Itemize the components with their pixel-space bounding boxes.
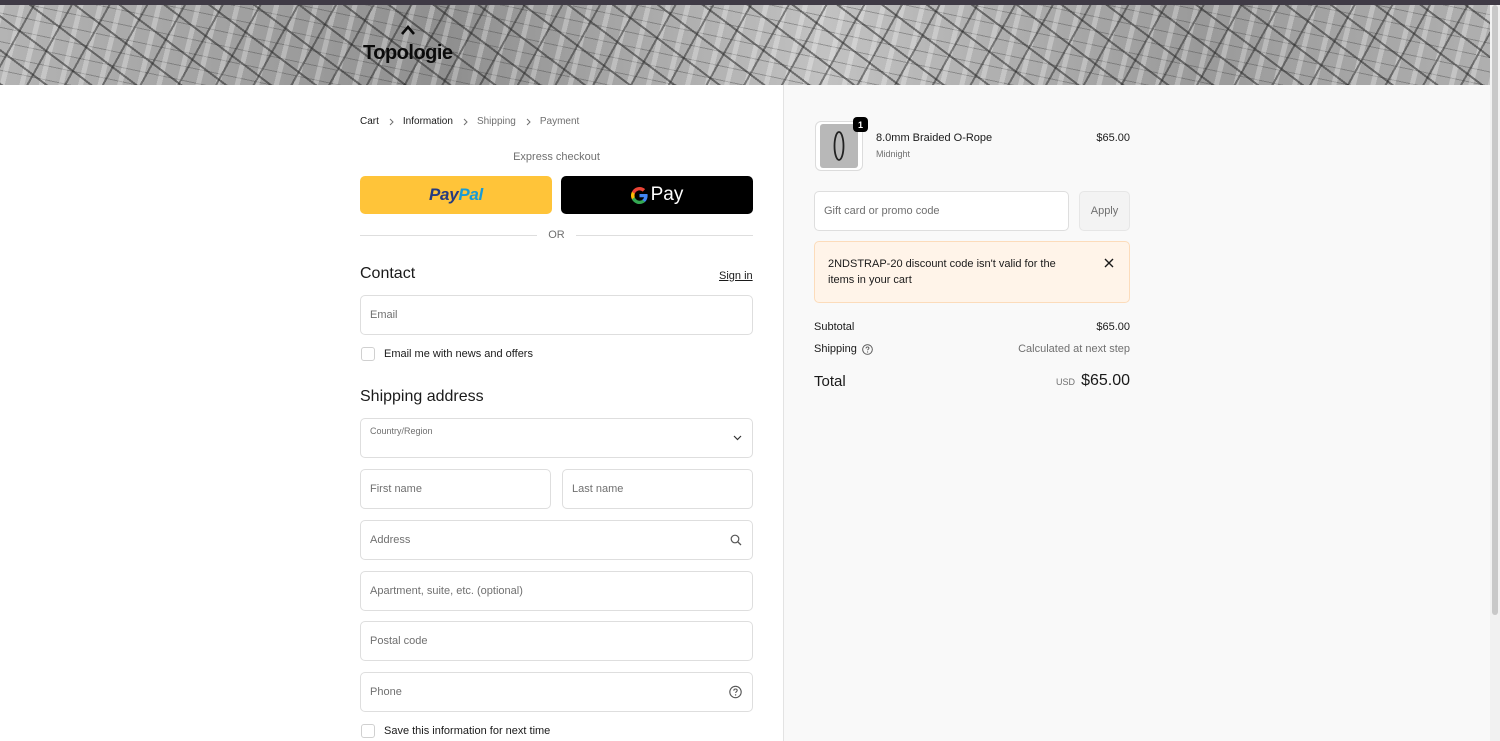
country-region-label: Country/Region (370, 426, 433, 436)
question-circle-icon[interactable] (862, 343, 873, 355)
breadcrumb-information: Information (402, 116, 453, 127)
express-checkout-title: Express checkout (513, 151, 600, 163)
google-pay-button[interactable]: Pay (561, 176, 753, 214)
product-variant: Midnight (876, 149, 911, 159)
shipping-label: Shipping (814, 343, 857, 355)
phone-field[interactable]: Phone (360, 672, 753, 712)
total-amount: $65.00 (1081, 372, 1130, 389)
paypal-button[interactable]: PayPal (360, 176, 552, 214)
breadcrumb: Cart Information Shipping Payment (360, 116, 579, 127)
sign-in-link[interactable]: Sign in (719, 270, 753, 282)
save-info-checkbox[interactable] (361, 724, 375, 738)
subtotal-value: $65.00 (1096, 321, 1130, 333)
newsletter-label: Email me with news and offers (384, 348, 533, 360)
or-label: OR (548, 229, 565, 241)
order-summary-panel (783, 85, 1490, 741)
shipping-value: Calculated at next step (1018, 343, 1130, 355)
newsletter-checkbox-row[interactable]: Email me with news and offers (360, 347, 533, 361)
apartment-placeholder: Apartment, suite, etc. (optional) (370, 585, 523, 597)
address-placeholder: Address (370, 534, 411, 546)
product-name: 8.0mm Braided O-Rope (876, 132, 993, 144)
question-circle-icon[interactable] (729, 685, 742, 699)
shipping-address-title: Shipping address (360, 388, 484, 405)
email-field[interactable]: Email (360, 295, 753, 335)
country-region-select[interactable]: Country/Region (360, 418, 753, 458)
postal-code-field[interactable]: Postal code (360, 621, 753, 661)
caret-up-icon (401, 25, 415, 35)
newsletter-checkbox[interactable] (361, 347, 375, 361)
discount-error-alert: 2NDSTRAP-20 discount code isn't valid fo… (814, 241, 1130, 303)
last-name-placeholder: Last name (572, 483, 624, 495)
last-name-field[interactable]: Last name (562, 469, 753, 509)
chevron-down-icon (733, 435, 742, 441)
scrollbar-thumb[interactable] (1492, 5, 1498, 615)
discount-error-message: 2NDSTRAP-20 discount code isn't valid fo… (828, 258, 1056, 286)
promo-code-field[interactable]: Gift card or promo code (814, 191, 1069, 231)
google-g-icon (630, 186, 648, 204)
save-info-label: Save this information for next time (384, 725, 551, 737)
page-header-banner: Topologie (0, 5, 1500, 85)
page-scrollbar[interactable] (1490, 5, 1500, 741)
postal-code-placeholder: Postal code (370, 635, 428, 647)
brand-logo[interactable]: Topologie (363, 25, 463, 70)
first-name-field[interactable]: First name (360, 469, 551, 509)
rope-strap-icon (833, 131, 845, 161)
first-name-placeholder: First name (370, 483, 422, 495)
shipping-label-row: Shipping (814, 343, 873, 355)
apply-button[interactable]: Apply (1079, 191, 1130, 231)
save-info-checkbox-row[interactable]: Save this information for next time (360, 724, 550, 738)
quantity-badge: 1 (853, 117, 868, 132)
chevron-right-icon (526, 118, 531, 125)
chevron-right-icon (463, 118, 468, 125)
search-icon (730, 534, 742, 546)
phone-placeholder: Phone (370, 686, 402, 698)
total-value-row: USD $65.00 (960, 372, 1130, 390)
breadcrumb-payment: Payment (539, 116, 580, 127)
promo-code-placeholder: Gift card or promo code (824, 205, 940, 217)
address-field[interactable]: Address (360, 520, 753, 560)
subtotal-label: Subtotal (814, 321, 855, 333)
total-label: Total (814, 373, 846, 390)
close-icon[interactable] (1103, 257, 1115, 269)
product-price: $65.00 (1096, 132, 1130, 144)
or-divider: OR (360, 229, 753, 241)
total-currency: USD (1056, 377, 1076, 387)
chevron-right-icon (389, 118, 394, 125)
brand-name: Topologie (363, 42, 453, 64)
contact-title: Contact (360, 265, 416, 282)
breadcrumb-cart[interactable]: Cart (360, 116, 379, 127)
google-pay-label: Pay (650, 184, 684, 205)
email-placeholder: Email (370, 309, 398, 321)
paypal-logo: PayPal (429, 185, 483, 204)
apartment-field[interactable]: Apartment, suite, etc. (optional) (360, 571, 753, 611)
breadcrumb-shipping: Shipping (476, 116, 516, 127)
